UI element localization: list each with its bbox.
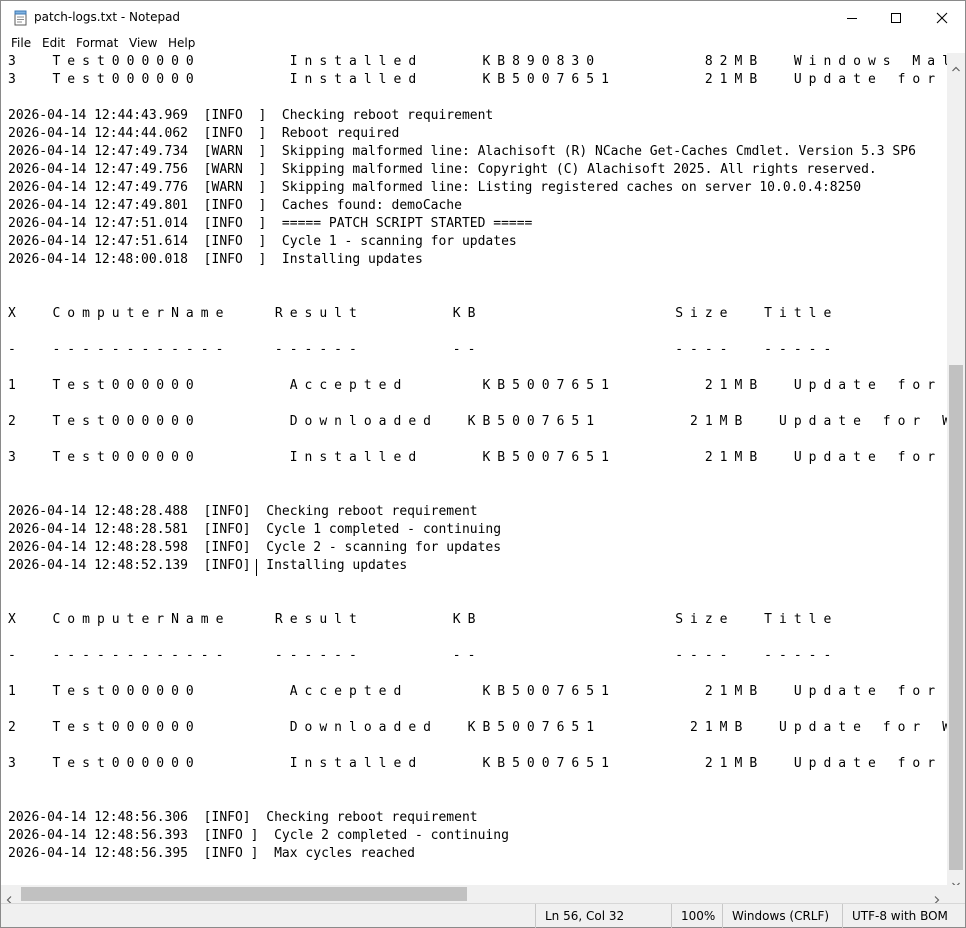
text-line: 3 Test000000 Installed KB5007651 21MB Up…: [8, 450, 947, 465]
text-line: 1 Test000000 Accepted KB5007651 21MB Upd…: [8, 684, 947, 699]
text-line: 2026-04-14 12:48:28.581 [INFO] Cycle 1 c…: [8, 522, 502, 537]
text-line: - ------------ ------ -- ---- -----: [8, 648, 839, 663]
window-title: patch-logs.txt - Notepad: [34, 10, 181, 24]
text-line: 2026-04-14 12:48:28.598 [INFO] Cycle 2 -…: [8, 540, 502, 555]
text-line: 2026-04-14 12:48:56.306 [INFO] Checking …: [8, 810, 478, 825]
menu-file[interactable]: File: [11, 36, 31, 50]
text-line: 2026-04-14 12:47:49.776 [WARN ] Skipping…: [8, 180, 862, 195]
text-line: 2026-04-14 12:44:44.062 [INFO ] Reboot r…: [8, 126, 400, 141]
menu-format[interactable]: Format: [76, 36, 118, 50]
scrollbar-corner: [947, 885, 965, 903]
text-line: 2 Test000000 Downloaded KB5007651 21MB U…: [8, 720, 947, 735]
text-line: 2026-04-14 12:44:43.969 [INFO ] Checking…: [8, 108, 494, 123]
menu-help[interactable]: Help: [168, 36, 195, 50]
title-bar[interactable]: patch-logs.txt - Notepad: [1, 1, 965, 35]
text-line: 2026-04-14 12:48:56.395 [INFO ] Max cycl…: [8, 846, 415, 861]
text-line: 2026-04-14 12:48:52.139 [INFO] Installin…: [8, 558, 408, 573]
minimize-button[interactable]: [829, 1, 875, 35]
menu-view[interactable]: View: [129, 36, 157, 50]
horizontal-scrollbar[interactable]: [1, 885, 947, 904]
vertical-scroll-thumb[interactable]: [949, 365, 963, 870]
text-line: 3 Test000000 Installed KB890830 82MB Win…: [8, 54, 947, 69]
notepad-icon: [13, 10, 29, 26]
encoding: UTF-8 with BOM: [842, 904, 964, 928]
text-caret: [256, 559, 257, 576]
vertical-scrollbar[interactable]: [947, 53, 965, 888]
text-editor[interactable]: 3 Test000000 Installed KB890830 82MB Win…: [1, 53, 947, 885]
horizontal-scroll-thumb[interactable]: [21, 887, 467, 901]
text-line: 2026-04-14 12:47:49.756 [WARN ] Skipping…: [8, 162, 877, 177]
minimize-icon: [847, 18, 857, 19]
text-line: 2 Test000000 Downloaded KB5007651 21MB U…: [8, 414, 947, 429]
menu-bar: File Edit Format View Help: [1, 35, 965, 53]
text-line: 2026-04-14 12:47:49.734 [WARN ] Skipping…: [8, 144, 916, 159]
text-line: 3 Test000000 Installed KB5007651 21MB Up…: [8, 756, 947, 771]
maximize-button[interactable]: [873, 1, 919, 35]
close-icon: [936, 12, 948, 24]
text-line: 3 Test000000 Installed KB5007651 21MB Up…: [8, 72, 947, 87]
text-line: X ComputerName Result KB Size Title: [8, 306, 839, 321]
notepad-window: patch-logs.txt - Notepad File Edit Forma…: [0, 0, 966, 928]
text-line: 2026-04-14 12:47:51.014 [INFO ] ===== PA…: [8, 216, 533, 231]
zoom-level: 100%: [671, 904, 722, 928]
menu-edit[interactable]: Edit: [42, 36, 65, 50]
cursor-position: Ln 56, Col 32: [535, 904, 671, 928]
text-line: 2026-04-14 12:47:49.801 [INFO ] Caches f…: [8, 198, 462, 213]
text-line: 2026-04-14 12:48:28.488 [INFO] Checking …: [8, 504, 478, 519]
text-line: 2026-04-14 12:48:00.018 [INFO ] Installi…: [8, 252, 423, 267]
text-line: 2026-04-14 12:48:56.393 [INFO ] Cycle 2 …: [8, 828, 509, 843]
text-line: - ------------ ------ -- ---- -----: [8, 342, 839, 357]
status-bar: Ln 56, Col 32 100% Windows (CRLF) UTF-8 …: [1, 903, 965, 928]
text-line: 1 Test000000 Accepted KB5007651 21MB Upd…: [8, 378, 947, 393]
scroll-up-arrow-icon[interactable]: [952, 57, 960, 76]
text-line: 2026-04-14 12:47:51.614 [INFO ] Cycle 1 …: [8, 234, 517, 249]
close-button[interactable]: [919, 1, 965, 35]
line-ending: Windows (CRLF): [722, 904, 842, 928]
maximize-icon: [891, 13, 901, 23]
text-line: X ComputerName Result KB Size Title: [8, 612, 839, 627]
